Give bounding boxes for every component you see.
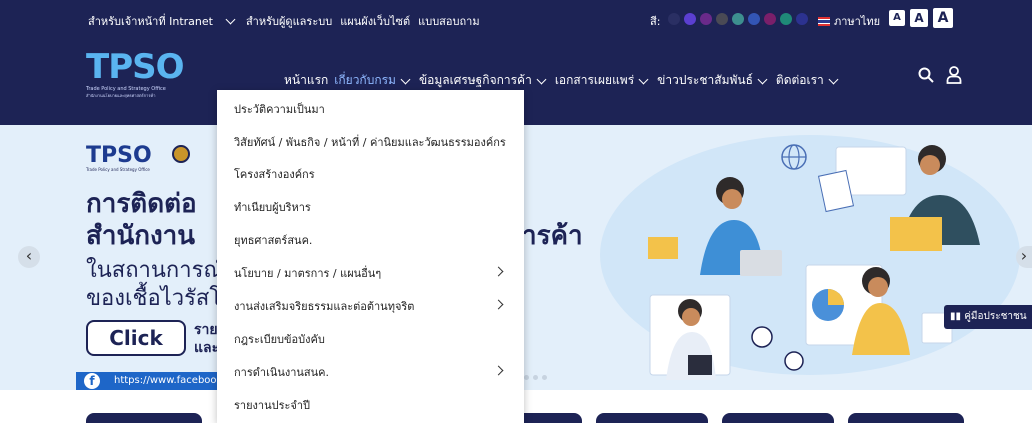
hero-logo: TPSO: [86, 143, 152, 168]
dropdown-item-label: นโยบาย / มาตรการ / แผนอื่นๆ: [234, 267, 382, 280]
chevron-down-icon: [828, 74, 839, 84]
theme-color-swatch[interactable]: [780, 13, 792, 25]
dropdown-item[interactable]: ประวัติความเป็นมา: [217, 93, 524, 125]
citizen-manual-label: คู่มือประชาชน: [964, 311, 1027, 322]
quick-link-button[interactable]: [722, 413, 834, 423]
chevron-down-icon[interactable]: [225, 14, 236, 25]
nav-item-label: ข่าวประชาสัมพันธ์: [657, 73, 753, 87]
chevron-down-icon: [536, 74, 547, 84]
carousel-next-button[interactable]: ›: [1016, 246, 1032, 268]
nav-item[interactable]: เกี่ยวกับกรม: [334, 71, 413, 90]
font-size-medium-button[interactable]: A: [910, 9, 928, 27]
dropdown-item[interactable]: โครงสร้างองค์กร: [217, 158, 524, 190]
sitemap-link[interactable]: แผนผังเว็บไซต์: [340, 12, 410, 30]
theme-color-swatch[interactable]: [700, 13, 712, 25]
theme-color-swatch[interactable]: [716, 13, 728, 25]
thai-flag-icon: [818, 16, 830, 26]
chevron-right-icon: [493, 299, 504, 310]
nav-item-label: เอกสารเผยแพร่: [554, 73, 635, 87]
click-button[interactable]: Click: [86, 320, 186, 356]
nav-item[interactable]: ติดต่อเรา: [776, 71, 841, 90]
user-icon[interactable]: [946, 66, 962, 84]
dropdown-item-label: ทำเนียบผู้บริหาร: [234, 201, 311, 214]
hero-heading-line2: สำนักงาน: [86, 221, 196, 251]
quick-link-button[interactable]: [596, 413, 708, 423]
book-icon: ▮▮: [950, 311, 965, 322]
dropdown-item[interactable]: งานส่งเสริมจริยธรรมและต่อต้านทุจริต: [217, 290, 524, 322]
theme-color-swatch[interactable]: [684, 13, 696, 25]
dropdown-item-label: ยุทธศาสตร์สนค.: [234, 234, 313, 247]
chevron-down-icon: [400, 74, 411, 84]
font-size-small-button[interactable]: A: [889, 10, 905, 26]
hero-illustration: [648, 144, 980, 380]
language-switcher[interactable]: ภาษาไทย: [818, 12, 880, 30]
chevron-right-icon: [493, 266, 504, 277]
hero-logo-subtitle: Trade Policy and Strategy Office: [86, 167, 150, 172]
nav-item-label: ติดต่อเรา: [775, 73, 824, 87]
logo-text: TPSO: [86, 47, 185, 87]
nav-item-label: หน้าแรก: [284, 73, 329, 87]
theme-color-swatch[interactable]: [668, 13, 680, 25]
chevron-right-icon: [493, 365, 504, 376]
color-label: สี:: [650, 15, 661, 28]
facebook-icon: f: [84, 373, 100, 389]
dropdown-item[interactable]: ทำเนียบผู้บริหาร: [217, 191, 524, 223]
theme-color-swatch[interactable]: [732, 13, 744, 25]
nav-item[interactable]: ข่าวประชาสัมพันธ์: [657, 71, 770, 90]
theme-color-picker: [668, 13, 808, 25]
dropdown-item-label: โครงสร้างองค์กร: [234, 168, 315, 181]
dropdown-item[interactable]: วิสัยทัศน์ / พันธกิจ / หน้าที่ / ค่านิยม…: [217, 126, 524, 158]
emblem-icon: [172, 145, 190, 163]
dropdown-item[interactable]: ยุทธศาสตร์สนค.: [217, 224, 524, 256]
citizen-manual-button[interactable]: ▮▮ คู่มือประชาชน: [944, 305, 1032, 329]
theme-color-swatch[interactable]: [764, 13, 776, 25]
click-side-text-2: และ: [194, 340, 220, 356]
search-icon[interactable]: [918, 67, 934, 83]
dropdown-item[interactable]: การดำเนินงานสนค.: [217, 356, 524, 388]
dropdown-item[interactable]: กฎระเบียบข้อบังคับ: [217, 323, 524, 355]
dropdown-item-label: การดำเนินงานสนค.: [234, 366, 330, 379]
chevron-down-icon: [757, 74, 768, 84]
about-dropdown-menu: ประวัติความเป็นมาวิสัยทัศน์ / พันธกิจ / …: [217, 90, 524, 423]
nav-item-label: ข้อมูลเศรษฐกิจการค้า: [418, 73, 532, 87]
facebook-link[interactable]: https://www.facebook.c: [76, 372, 236, 390]
carousel-prev-button[interactable]: ‹: [18, 246, 40, 268]
dropdown-item-label: งานส่งเสริมจริยธรรมและต่อต้านทุจริต: [234, 300, 415, 313]
dropdown-item[interactable]: นโยบาย / มาตรการ / แผนอื่นๆ: [217, 257, 524, 289]
nav-item[interactable]: หน้าแรก: [284, 71, 328, 90]
nav-item-label: เกี่ยวกับกรม: [334, 73, 396, 87]
survey-link[interactable]: แบบสอบถาม: [418, 12, 479, 30]
nav-item[interactable]: เอกสารเผยแพร่: [555, 71, 651, 90]
slide-pager[interactable]: [524, 375, 547, 380]
admin-link[interactable]: สำหรับผู้ดูแลระบบ: [246, 12, 332, 30]
dropdown-item[interactable]: รายงานประจำปี: [217, 389, 524, 421]
logo-subtitle-th: สำนักงานนโยบายและยุทธศาสตร์การค้า: [86, 93, 156, 98]
dropdown-item-label: ประวัติความเป็นมา: [234, 103, 325, 116]
site-logo[interactable]: TPSO Trade Policy and Strategy Office สำ…: [86, 50, 196, 122]
language-label: ภาษาไทย: [834, 15, 881, 28]
quick-link-button[interactable]: [86, 413, 202, 423]
chevron-down-icon: [638, 74, 649, 84]
dropdown-item-label: รายงานประจำปี: [234, 399, 311, 412]
hero-text-line4: ของเชื้อไวรัสโ: [86, 286, 222, 311]
dropdown-item-label: กฎระเบียบข้อบังคับ: [234, 333, 325, 346]
theme-color-swatch[interactable]: [748, 13, 760, 25]
utility-bar: สำหรับเจ้าหน้าที่ Intranet สำหรับผู้ดูแล…: [0, 0, 1032, 38]
main-navigation: หน้าแรก เกี่ยวกับกรม ข้อมูลเศรษฐกิจการค้า เ…: [284, 71, 841, 90]
nav-item[interactable]: ข้อมูลเศรษฐกิจการค้า: [419, 71, 549, 90]
page: สำหรับเจ้าหน้าที่ Intranet สำหรับผู้ดูแล…: [0, 0, 1032, 423]
theme-color-swatch[interactable]: [796, 13, 808, 25]
font-size-large-button[interactable]: A: [933, 8, 953, 28]
quick-link-button[interactable]: [848, 413, 964, 423]
intranet-link[interactable]: สำหรับเจ้าหน้าที่ Intranet: [88, 12, 213, 30]
dropdown-item-label: วิสัยทัศน์ / พันธกิจ / หน้าที่ / ค่านิยม…: [234, 136, 506, 149]
